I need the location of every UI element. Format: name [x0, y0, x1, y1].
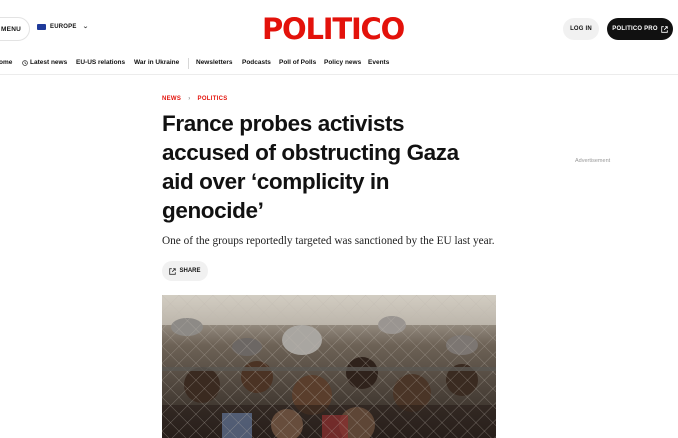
share-icon	[169, 267, 177, 275]
nav-item-war-in-ukraine[interactable]: War in Ukraine	[134, 59, 179, 66]
nav-item-eu-us-relations[interactable]: EU-US relations	[76, 59, 125, 66]
nav-item-latest-news[interactable]: Latest news	[22, 59, 67, 66]
nav-item-poll-of-polls[interactable]: Poll of Polls	[279, 59, 316, 66]
hero-photo	[162, 295, 496, 438]
advertisement-label: Advertisement	[575, 158, 611, 164]
nav-divider	[188, 58, 189, 69]
article-hero-image	[162, 295, 496, 438]
login-label: LOG IN	[570, 26, 592, 32]
pro-label: POLITICO PRO	[612, 26, 658, 32]
article-headline: France probes activists accused of obstr…	[162, 111, 459, 223]
edition-selector[interactable]: EUROPE ⌄	[37, 23, 88, 30]
chevron-down-icon: ⌄	[82, 24, 89, 30]
edition-flag-icon	[37, 23, 46, 30]
breadcrumb-politics[interactable]: POLITICS	[198, 96, 228, 102]
breadcrumb-news[interactable]: NEWS	[162, 96, 181, 102]
nav-item-newsletters[interactable]: Newsletters	[196, 59, 233, 66]
header-divider	[0, 74, 678, 75]
nav-label-latest-news: Latest news	[30, 59, 68, 66]
site-header: MENU EUROPE ⌄ POLITICO LOG IN POLITICO P…	[0, 0, 678, 58]
nav-item-events[interactable]: Events	[368, 59, 389, 66]
chevron-right-icon: ›	[188, 96, 191, 102]
edition-label: EUROPE	[50, 23, 77, 30]
external-link-icon	[660, 25, 668, 33]
nav-item-policy-news[interactable]: Policy news	[324, 59, 361, 66]
main-nav: ome Latest news EU-US relations War in U…	[0, 56, 678, 72]
menu-label: MENU	[1, 25, 21, 33]
nav-item-podcasts[interactable]: Podcasts	[242, 59, 271, 66]
share-label: SHARE	[179, 268, 201, 274]
politico-pro-button[interactable]: POLITICO PRO	[607, 18, 673, 40]
menu-button[interactable]: MENU	[0, 17, 30, 41]
share-button[interactable]: SHARE	[162, 261, 208, 281]
breadcrumb: NEWS › POLITICS	[162, 96, 228, 102]
article-dek: One of the groups reportedly targeted wa…	[162, 235, 495, 247]
clock-icon	[22, 59, 28, 66]
nav-item-home[interactable]: ome	[0, 59, 12, 66]
login-button[interactable]: LOG IN	[563, 18, 599, 40]
politico-logo[interactable]: POLITICO	[262, 12, 405, 46]
